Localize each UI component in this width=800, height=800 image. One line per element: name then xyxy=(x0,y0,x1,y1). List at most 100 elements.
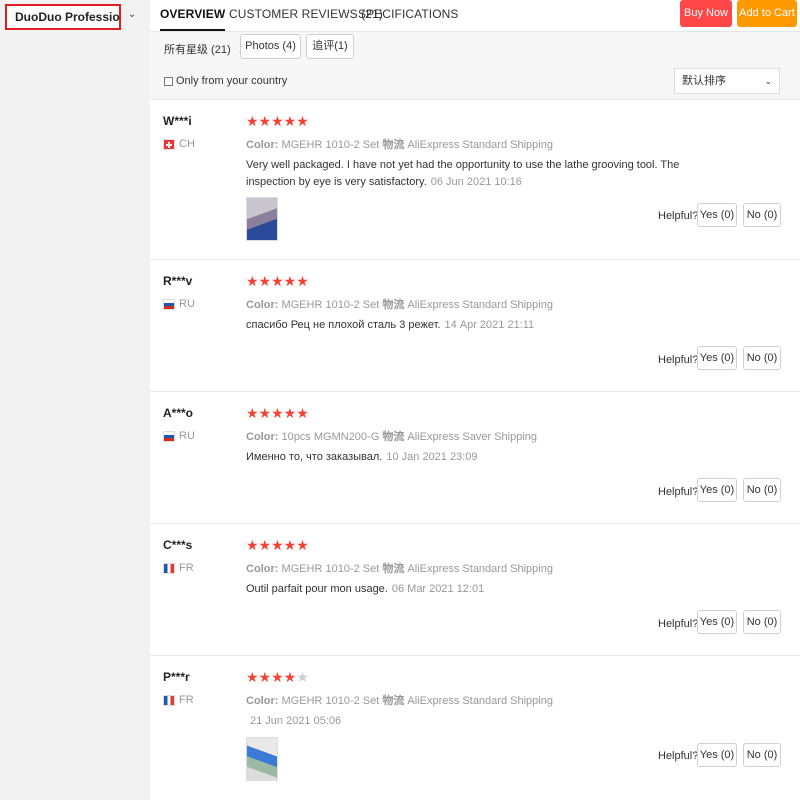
shipping-label: 物流 xyxy=(382,695,405,707)
photos-filter-button[interactable]: Photos (4) xyxy=(240,34,301,59)
review-filters: 所有星级 (21) ⌄ Photos (4) 追评(1) Only from y… xyxy=(150,32,800,100)
helpful-label: Helpful? xyxy=(658,210,699,222)
shipping-value: AliExpress Standard Shipping xyxy=(407,563,553,575)
only-your-country-checkbox[interactable]: Only from your country xyxy=(164,75,287,87)
left-column xyxy=(0,0,150,800)
review-date: 21 Jun 2021 05:06 xyxy=(250,715,342,727)
reviewer-name: P***r xyxy=(163,670,190,684)
helpful-yes-button[interactable]: Yes (0) xyxy=(697,610,737,634)
review-body: Именно то, что заказывал. xyxy=(246,451,383,463)
color-label: Color: xyxy=(246,695,279,707)
country-code: FR xyxy=(179,694,194,706)
reviewer-country: RU xyxy=(163,430,195,442)
chevron-down-icon[interactable]: ⌄ xyxy=(128,9,136,20)
helpful-no-button[interactable]: No (0) xyxy=(743,743,781,767)
star-icon: ★★★★★ xyxy=(246,537,309,553)
star-icon: ★★★★★ xyxy=(246,113,309,129)
color-label: Color: xyxy=(246,431,279,443)
review-text: спасибо Рец не плохой сталь 3 режет. 14 A… xyxy=(246,317,716,334)
color-label: Color: xyxy=(246,299,279,311)
review-item: C***s FR ★★★★★ Color: MGEHR 1010-2 Set 物… xyxy=(150,524,800,656)
review-item: R***v RU ★★★★★ Color: MGEHR 1010-2 Set 物… xyxy=(150,260,800,392)
star-filter-dropdown[interactable]: 所有星级 (21) ⌄ xyxy=(164,41,245,57)
review-meta: Color: MGEHR 1010-2 Set 物流 AliExpress St… xyxy=(246,560,553,576)
buy-now-button[interactable]: Buy Now xyxy=(680,0,732,27)
reviewer-name: W***i xyxy=(163,114,192,128)
checkbox-icon[interactable] xyxy=(164,76,173,86)
add-to-cart-button[interactable]: Add to Cart xyxy=(737,0,797,27)
star-rating: ★★★★★ xyxy=(246,273,309,290)
helpful-no-button[interactable]: No (0) xyxy=(743,346,781,370)
shipping-value: AliExpress Standard Shipping xyxy=(407,695,553,707)
review-text: Outil parfait pour mon usage. 06 Mar 2021… xyxy=(246,581,716,598)
helpful-label: Helpful? xyxy=(658,618,699,630)
star-icon: ★★★★★ xyxy=(246,273,309,289)
switzerland-flag-icon xyxy=(163,138,175,150)
shipping-label: 物流 xyxy=(382,563,405,575)
review-item: P***r FR ★★★★★ Color: MGEHR 1010-2 Set 物… xyxy=(150,656,800,800)
store-name-dropdown[interactable]: DuoDuo Profession... xyxy=(5,4,121,30)
helpful-no-button[interactable]: No (0) xyxy=(743,203,781,227)
star-rating: ★★★★★ xyxy=(246,113,309,130)
helpful-yes-button[interactable]: Yes (0) xyxy=(697,743,737,767)
review-meta: Color: MGEHR 1010-2 Set 物流 AliExpress St… xyxy=(246,136,553,152)
helpful-no-button[interactable]: No (0) xyxy=(743,478,781,502)
star-rating: ★★★★★ xyxy=(246,537,309,554)
color-value: MGEHR 1010-2 Set xyxy=(281,563,380,575)
reviewer-country: RU xyxy=(163,298,195,310)
review-body: Outil parfait pour mon usage. xyxy=(246,583,388,595)
chevron-down-icon: ⌄ xyxy=(764,76,772,86)
review-item: W***i CH ★★★★★ Color: MGEHR 1010-2 Set 物… xyxy=(150,100,800,260)
review-text: Именно то, что заказывал. 10 Jan 2021 23:… xyxy=(246,449,716,466)
followup-filter-button[interactable]: 追评(1) xyxy=(306,34,354,59)
review-meta: Color: MGEHR 1010-2 Set 物流 AliExpress St… xyxy=(246,692,553,708)
review-photo[interactable] xyxy=(246,197,278,241)
france-flag-icon xyxy=(163,694,175,706)
tab-overview[interactable]: OVERVIEW xyxy=(160,7,226,31)
review-meta: Color: MGEHR 1010-2 Set 物流 AliExpress St… xyxy=(246,296,553,312)
country-code: CH xyxy=(179,138,195,150)
helpful-yes-button[interactable]: Yes (0) xyxy=(697,478,737,502)
france-flag-icon xyxy=(163,562,175,574)
reviewer-country: FR xyxy=(163,562,194,574)
reviewer-name: A***o xyxy=(163,406,194,420)
review-item: A***o RU ★★★★★ Color: 10pcs MGMN200-G 物流… xyxy=(150,392,800,524)
shipping-label: 物流 xyxy=(382,139,405,151)
helpful-no-button[interactable]: No (0) xyxy=(743,610,781,634)
color-value: MGEHR 1010-2 Set xyxy=(281,695,380,707)
color-label: Color: xyxy=(246,139,279,151)
country-code: RU xyxy=(179,430,195,442)
russia-flag-icon xyxy=(163,430,175,442)
country-code: FR xyxy=(179,562,194,574)
review-date: 06 Mar 2021 12:01 xyxy=(391,583,485,595)
review-date: 10 Jan 2021 23:09 xyxy=(386,451,478,463)
helpful-label: Helpful? xyxy=(658,750,699,762)
shipping-label: 物流 xyxy=(382,299,405,311)
color-value: 10pcs MGMN200-G xyxy=(281,431,380,443)
helpful-label: Helpful? xyxy=(658,486,699,498)
reviewer-country: CH xyxy=(163,138,195,150)
helpful-label: Helpful? xyxy=(658,354,699,366)
star-rating: ★★★★★ xyxy=(246,405,309,422)
sort-dropdown[interactable]: 默认排序 ⌄ xyxy=(674,68,780,94)
color-value: MGEHR 1010-2 Set xyxy=(281,299,380,311)
star-empty-icon: ★ xyxy=(296,669,309,685)
review-body: спасибо Рец не плохой сталь 3 режет. xyxy=(246,319,441,331)
shipping-label: 物流 xyxy=(382,431,405,443)
helpful-yes-button[interactable]: Yes (0) xyxy=(697,203,737,227)
review-meta: Color: 10pcs MGMN200-G 物流 AliExpress Sav… xyxy=(246,428,537,444)
country-code: RU xyxy=(179,298,195,310)
helpful-yes-button[interactable]: Yes (0) xyxy=(697,346,737,370)
sort-label: 默认排序 xyxy=(682,75,726,87)
russia-flag-icon xyxy=(163,298,175,310)
star-rating: ★★★★★ xyxy=(246,669,309,686)
country-filter-label: Only from your country xyxy=(176,75,288,87)
tab-specifications[interactable]: SPECIFICATIONS xyxy=(358,7,459,21)
reviewer-name: C***s xyxy=(163,538,193,552)
review-date: 14 Apr 2021 21:11 xyxy=(444,319,535,331)
top-navigation: OVERVIEW CUSTOMER REVIEWS (21) SPECIFICA… xyxy=(150,0,800,32)
review-photo[interactable] xyxy=(246,737,278,781)
reviewer-country: FR xyxy=(163,694,194,706)
shipping-value: AliExpress Standard Shipping xyxy=(407,139,553,151)
star-icon: ★★★★ xyxy=(246,669,297,685)
